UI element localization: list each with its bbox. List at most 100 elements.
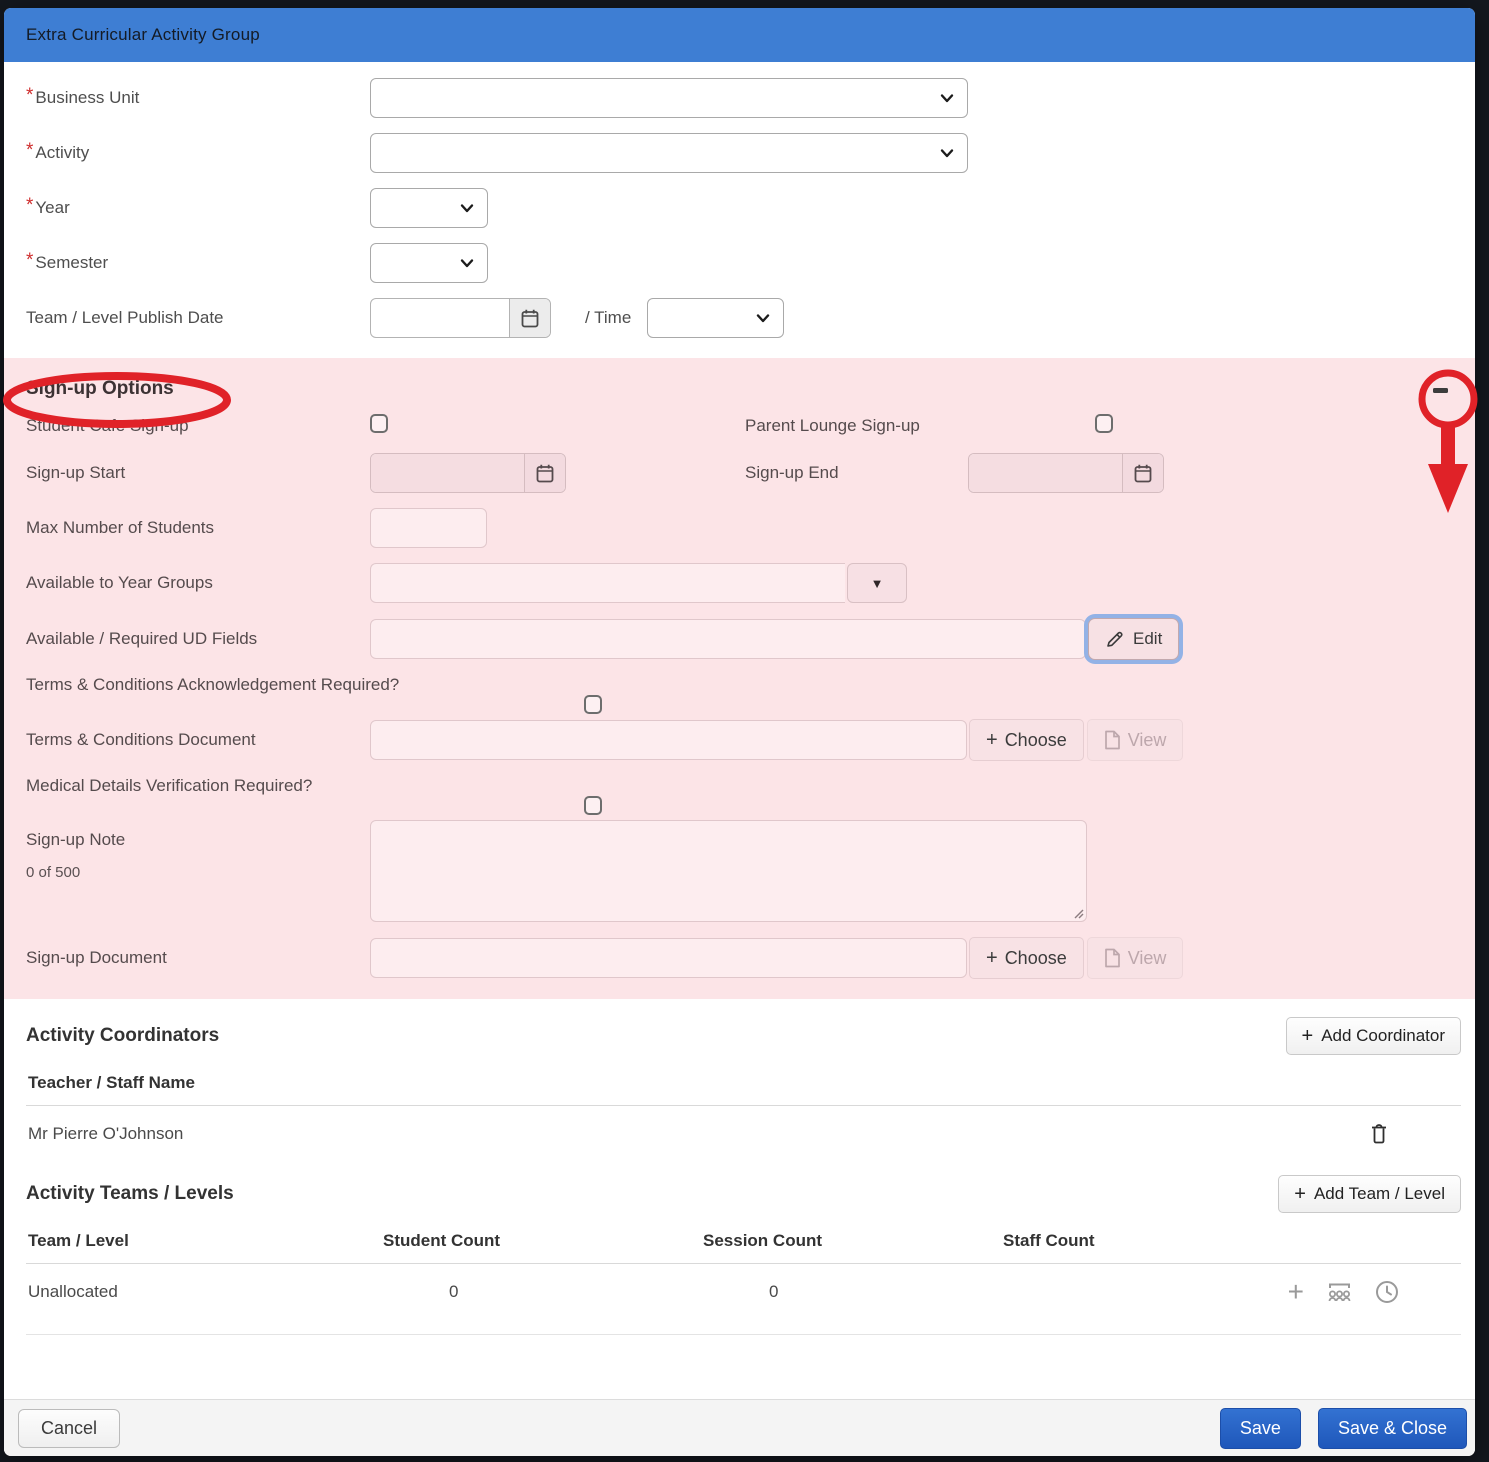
extra-curricular-dialog: Extra Curricular Activity Group *Busines… (4, 8, 1475, 1456)
tc-doc-choose-button[interactable]: +Choose (969, 719, 1084, 761)
pencil-icon (1105, 629, 1125, 649)
coordinators-section: Activity Coordinators +Add Coordinator T… (4, 999, 1475, 1171)
modal-backdrop: Extra Curricular Activity Group *Busines… (0, 0, 1489, 1462)
semester-select[interactable] (370, 243, 488, 283)
required-asterisk-icon: * (26, 251, 33, 270)
year-select[interactable] (370, 188, 488, 228)
ud-fields-input[interactable] (370, 619, 1086, 659)
signup-doc-row: Sign-up Document +Choose View (26, 937, 1475, 979)
save-button[interactable]: Save (1220, 1408, 1301, 1449)
resize-handle-icon[interactable] (1072, 907, 1084, 919)
signup-note-textarea[interactable] (370, 820, 1087, 922)
teams-heading: Activity Teams / Levels (26, 1183, 234, 1205)
minus-icon (1433, 388, 1448, 393)
signup-note-label: Sign-up Note (26, 830, 370, 850)
publish-date-calendar-button[interactable] (509, 299, 550, 337)
max-students-label: Max Number of Students (26, 518, 370, 538)
add-team-level-button[interactable]: +Add Team / Level (1278, 1175, 1461, 1213)
business-unit-label: *Business Unit (26, 88, 370, 108)
trash-icon (1369, 1122, 1389, 1145)
activity-label: *Activity (26, 143, 370, 163)
document-icon (1104, 730, 1121, 750)
coordinators-heading: Activity Coordinators (26, 1025, 219, 1047)
teams-table-header: Team / Level Student Count Session Count… (26, 1227, 1461, 1264)
calendar-icon (520, 308, 540, 329)
team-name: Unallocated (28, 1282, 383, 1302)
signup-doc-input[interactable] (370, 938, 967, 978)
coordinator-name: Mr Pierre O'Johnson (28, 1124, 183, 1144)
publish-time-select[interactable] (647, 298, 784, 338)
triangle-down-icon: ▼ (871, 576, 884, 591)
note-char-counter: 0 of 500 (26, 864, 370, 881)
delete-coordinator-button[interactable] (1369, 1122, 1389, 1145)
edit-ud-fields-button[interactable]: Edit (1088, 618, 1179, 660)
publish-date-row: Team / Level Publish Date / Time (26, 298, 1453, 338)
chevron-down-icon (755, 310, 771, 326)
tc-doc-row: Terms & Conditions Document +Choose View (26, 719, 1475, 761)
teams-section: Activity Teams / Levels +Add Team / Leve… (4, 1171, 1475, 1335)
cancel-button[interactable]: Cancel (18, 1409, 120, 1448)
team-row: Unallocated 0 0 + (26, 1264, 1461, 1335)
publish-date-input[interactable] (371, 299, 509, 337)
required-asterisk-icon: * (26, 86, 33, 105)
student-cafe-checkbox[interactable] (370, 414, 388, 433)
signup-end-label: Sign-up End (745, 463, 968, 483)
business-unit-select[interactable] (370, 78, 968, 118)
activity-select[interactable] (370, 133, 968, 173)
publish-date-group (370, 298, 551, 338)
manage-students-button[interactable] (1326, 1280, 1353, 1304)
add-coordinator-button[interactable]: +Add Coordinator (1286, 1017, 1462, 1055)
signup-start-label: Sign-up Start (26, 463, 370, 483)
signup-end-calendar-button[interactable] (1122, 454, 1163, 492)
tc-doc-input[interactable] (370, 720, 967, 760)
col-student-count: Student Count (383, 1231, 703, 1251)
sessions-schedule-button[interactable] (1375, 1280, 1399, 1304)
parent-lounge-label: Parent Lounge Sign-up (745, 416, 968, 436)
add-session-button[interactable]: + (1288, 1282, 1304, 1302)
calendar-icon (1133, 463, 1153, 484)
signup-doc-choose-button[interactable]: +Choose (969, 937, 1084, 979)
signup-start-group (370, 453, 566, 493)
year-groups-input[interactable] (370, 563, 845, 603)
ud-fields-row: Available / Required UD Fields Edit (26, 618, 1475, 660)
signup-start-input[interactable] (371, 454, 524, 492)
save-close-button[interactable]: Save & Close (1318, 1408, 1467, 1449)
chevron-down-icon (939, 145, 955, 161)
tc-ack-label: Terms & Conditions Acknowledgement Requi… (26, 675, 745, 695)
ud-fields-label: Available / Required UD Fields (26, 629, 370, 649)
tc-doc-view-button[interactable]: View (1087, 719, 1184, 761)
time-label: / Time (585, 308, 631, 328)
tc-ack-row: Terms & Conditions Acknowledgement Requi… (26, 675, 1475, 699)
dialog-footer: Cancel Save Save & Close (4, 1399, 1475, 1456)
signup-doc-view-button[interactable]: View (1087, 937, 1184, 979)
max-students-row: Max Number of Students (26, 508, 1475, 548)
tc-doc-label: Terms & Conditions Document (26, 730, 370, 750)
col-session-count: Session Count (703, 1231, 1003, 1251)
plus-icon: + (986, 948, 998, 968)
signup-end-group (968, 453, 1164, 493)
signup-doc-label: Sign-up Document (26, 948, 370, 968)
medical-label: Medical Details Verification Required? (26, 776, 745, 796)
coordinator-row: Mr Pierre O'Johnson (26, 1106, 1461, 1171)
chevron-down-icon (459, 255, 475, 271)
parent-lounge-checkbox[interactable] (1095, 414, 1113, 433)
plus-icon: + (1294, 1184, 1306, 1204)
max-students-input[interactable] (370, 508, 487, 548)
dialog-header: Extra Curricular Activity Group (4, 8, 1475, 62)
col-staff-count: Staff Count (1003, 1231, 1263, 1251)
chevron-down-icon (939, 90, 955, 106)
tc-ack-checkbox[interactable] (584, 695, 602, 714)
chevron-down-icon (459, 200, 475, 216)
signup-start-calendar-button[interactable] (524, 454, 565, 492)
business-unit-row: *Business Unit (26, 78, 1453, 118)
collapse-section-button[interactable] (1429, 382, 1451, 398)
year-groups-dropdown-button[interactable]: ▼ (847, 563, 907, 603)
plus-icon: + (986, 730, 998, 750)
plus-icon: + (1288, 1282, 1304, 1302)
clock-icon (1375, 1280, 1399, 1304)
medical-checkbox[interactable] (584, 796, 602, 815)
signup-checkbox-row: Student Cafe Sign-up Parent Lounge Sign-… (26, 414, 1475, 438)
semester-label: *Semester (26, 253, 370, 273)
signup-note-row: Sign-up Note 0 of 500 (26, 820, 1475, 922)
signup-end-input[interactable] (969, 454, 1122, 492)
